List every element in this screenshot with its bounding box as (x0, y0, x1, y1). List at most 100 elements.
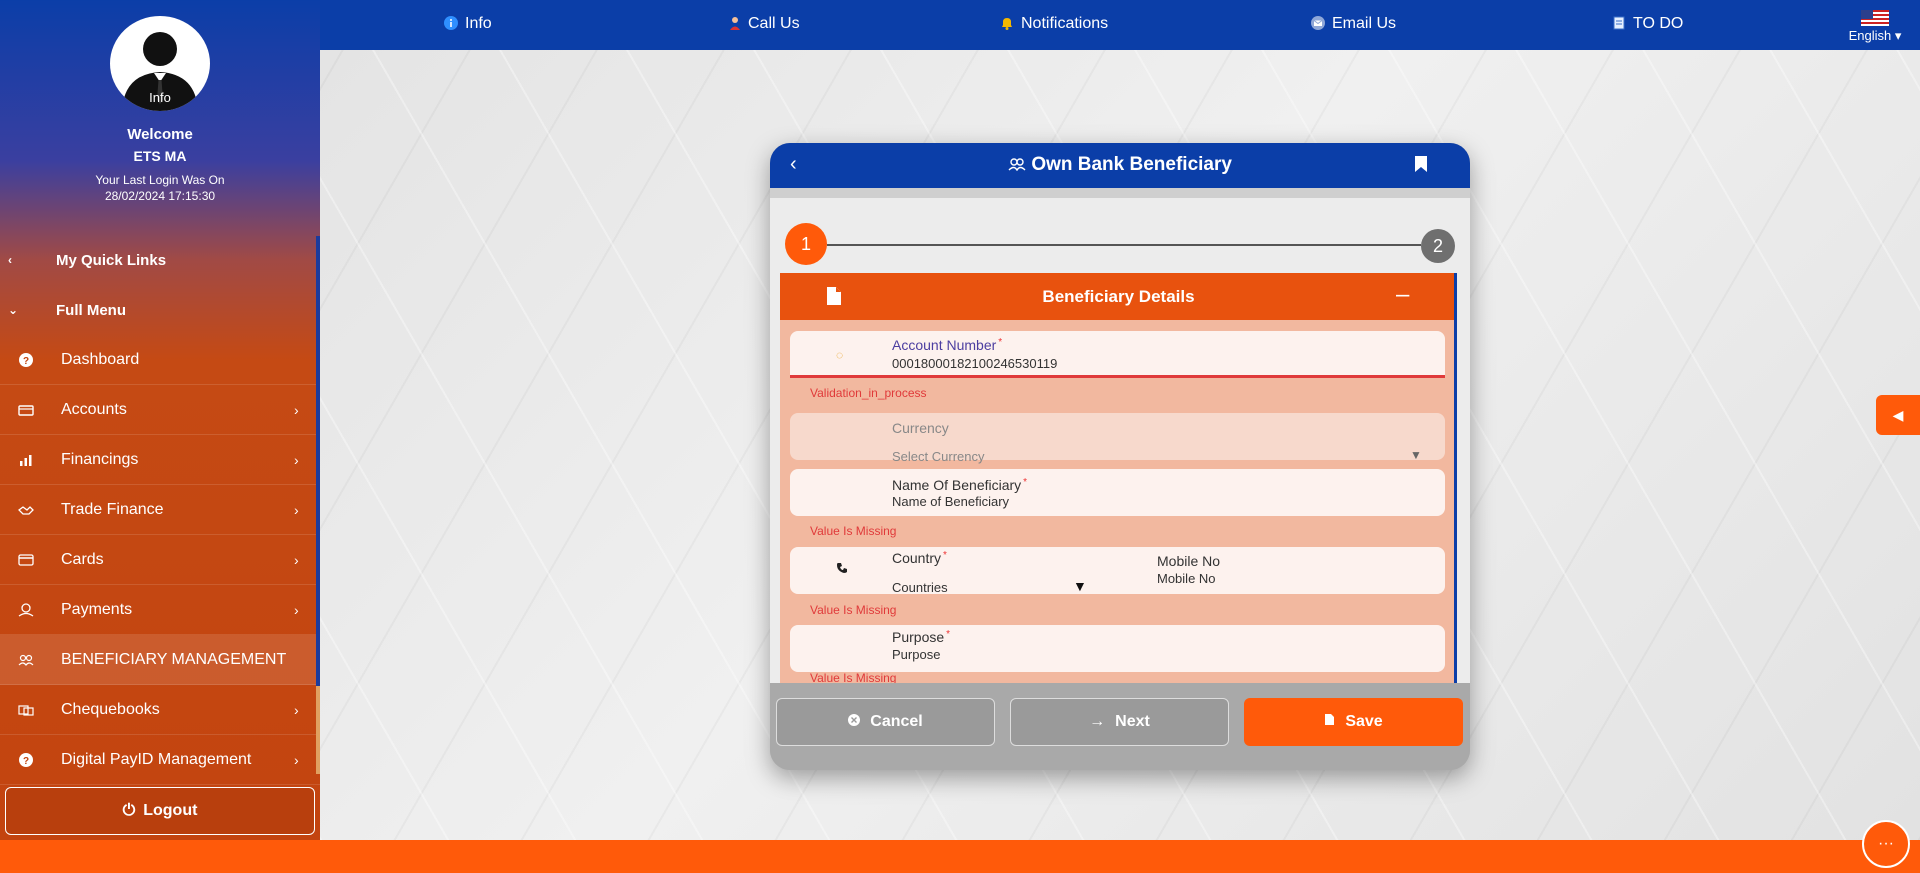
quick-links-label: My Quick Links (56, 251, 167, 269)
step-2[interactable]: 2 (1421, 229, 1455, 263)
top-bar: Info Call Us Notifications Email Us TO D… (320, 0, 1920, 50)
topbar-notifications[interactable]: Notifications (1000, 0, 1108, 48)
sidebar-item-financings[interactable]: Financings › (0, 435, 320, 485)
help-circle-icon: ? (18, 352, 34, 368)
phone-icon (836, 562, 848, 577)
full-menu-label: Full Menu (56, 301, 126, 319)
sidebar-item-payments[interactable]: Payments › (0, 585, 320, 635)
handshake-icon (18, 502, 34, 518)
svg-text:?: ? (23, 356, 29, 367)
caret-down-icon: ▼ (1073, 578, 1087, 594)
save-button[interactable]: Save (1244, 698, 1463, 746)
chevron-right-icon: › (294, 451, 299, 468)
topbar-label: Notifications (1021, 15, 1109, 32)
country-error: Value Is Missing (810, 603, 897, 617)
caret-left-icon: ◀ (1892, 406, 1904, 423)
chevron-left-icon: ‹ (8, 253, 12, 267)
dialog-body: 1 2 Beneficiary Details – ◌ Account Numb… (770, 188, 1470, 683)
sidebar-item-accounts[interactable]: Accounts › (0, 385, 320, 435)
caret-down-icon: ▼ (1410, 448, 1422, 462)
beneficiary-name-field[interactable]: Name Of Beneficiary * Name of Beneficiary (790, 469, 1445, 516)
currency-select[interactable]: Select Currency (892, 449, 984, 464)
next-button[interactable]: → Next (1010, 698, 1229, 746)
full-menu[interactable]: ⌄ Full Menu (0, 286, 320, 334)
sidebar-item-digital-payid[interactable]: ? Digital PayID Management › (0, 735, 320, 785)
dialog-divider (770, 188, 1470, 198)
topbar-info[interactable]: Info (444, 0, 492, 48)
section-header[interactable]: Beneficiary Details – (780, 273, 1454, 320)
language-label: English (1848, 28, 1892, 43)
account-number-error: Validation_in_process (810, 386, 927, 400)
country-select[interactable]: Countries (892, 580, 948, 595)
chevron-right-icon: › (294, 601, 299, 618)
currency-field[interactable]: Currency Select Currency ▼ (790, 413, 1445, 464)
collapse-icon[interactable]: – (1396, 281, 1409, 309)
side-panel-toggle[interactable]: ◀ (1876, 395, 1920, 435)
arrow-right-icon: → (1089, 713, 1106, 730)
document-icon (1324, 713, 1335, 731)
chat-button[interactable]: ··· (1862, 820, 1910, 868)
sidebar-item-trade-finance[interactable]: Trade Finance › (0, 485, 320, 535)
cancel-icon (848, 713, 861, 731)
logout-button[interactable]: ⏻ Logout (5, 787, 315, 835)
purpose-input[interactable]: Purpose (892, 647, 940, 662)
sidebar-item-label: Trade Finance (61, 500, 164, 518)
language-selector[interactable]: English ▾ (1840, 10, 1910, 44)
last-login-label: Your Last Login Was On (95, 173, 225, 187)
mobile-label: Mobile No (1157, 553, 1221, 569)
purpose-error: Value Is Missing (810, 671, 897, 683)
mobile-input[interactable]: Mobile No (1157, 571, 1216, 586)
username: ETS MA (133, 148, 187, 164)
sidebar-item-label: Accounts (61, 400, 127, 418)
topbar-email-us[interactable]: Email Us (1311, 0, 1396, 48)
avatar[interactable]: Info (110, 16, 210, 111)
info-icon (444, 15, 458, 33)
country-label: Country * (892, 550, 947, 566)
sidebar-item-label: Financings (61, 450, 139, 468)
chevron-right-icon: › (294, 751, 299, 768)
country-mobile-field[interactable]: Country * Countries ▼ Mobile No Mobile No (790, 547, 1445, 595)
chevron-right-icon: › (294, 551, 299, 568)
bell-icon (1000, 16, 1014, 33)
own-bank-beneficiary-dialog: ‹ Own Bank Beneficiary 1 2 Beneficiary D… (770, 143, 1470, 770)
beneficiary-name-label: Name Of Beneficiary * (892, 477, 1028, 493)
us-flag-icon (1861, 10, 1889, 26)
sidebar-item-dashboard[interactable]: ? Dashboard (0, 335, 320, 385)
beneficiary-name-input[interactable]: Name of Beneficiary (892, 494, 1009, 509)
users-icon (18, 652, 34, 668)
sidebar-item-chequebooks[interactable]: Chequebooks › (0, 685, 320, 735)
sidebar-item-label: Cards (61, 550, 104, 568)
profile-panel: Info Welcome ETS MA Your Last Login Was … (0, 0, 320, 220)
save-label: Save (1345, 713, 1383, 730)
card-icon (18, 552, 34, 568)
beneficiary-details-section: Beneficiary Details – ◌ Account Number * … (780, 273, 1457, 683)
footer-band (0, 840, 1920, 873)
logout-icon: ⏻ (122, 802, 136, 819)
topbar-call-us[interactable]: Call Us (729, 0, 800, 48)
mail-icon (1311, 15, 1325, 33)
sidebar-item-beneficiary-management[interactable]: BENEFICIARY MANAGEMENT (0, 635, 320, 685)
currency-label: Currency (892, 420, 949, 436)
next-label: Next (1115, 713, 1150, 730)
account-number-field[interactable]: ◌ Account Number * 0001800018210024653011… (790, 331, 1445, 378)
topbar-label: Call Us (748, 15, 800, 32)
notepad-icon (1612, 16, 1626, 33)
bookmark-icon[interactable] (1414, 155, 1428, 178)
welcome-text: Welcome (127, 126, 193, 143)
avatar-label: Info (149, 90, 171, 105)
stepper-line (827, 244, 1421, 246)
sidebar-item-label: Dashboard (61, 350, 140, 368)
cancel-button[interactable]: Cancel (776, 698, 995, 746)
my-quick-links[interactable]: ‹ My Quick Links (0, 236, 320, 284)
chequebook-icon (18, 702, 34, 718)
chat-icon: ··· (1878, 835, 1894, 852)
account-number-input[interactable]: 00018000182100246530119 (892, 356, 1057, 371)
sidebar-item-label: BENEFICIARY MANAGEMENT (61, 650, 287, 668)
chevron-right-icon: › (294, 401, 299, 418)
topbar-todo[interactable]: TO DO (1612, 0, 1683, 48)
payment-icon (18, 602, 34, 618)
sidebar: Info Welcome ETS MA Your Last Login Was … (0, 0, 320, 840)
step-1[interactable]: 1 (785, 223, 827, 265)
purpose-field[interactable]: Purpose * Purpose (790, 625, 1445, 672)
sidebar-item-cards[interactable]: Cards › (0, 535, 320, 585)
